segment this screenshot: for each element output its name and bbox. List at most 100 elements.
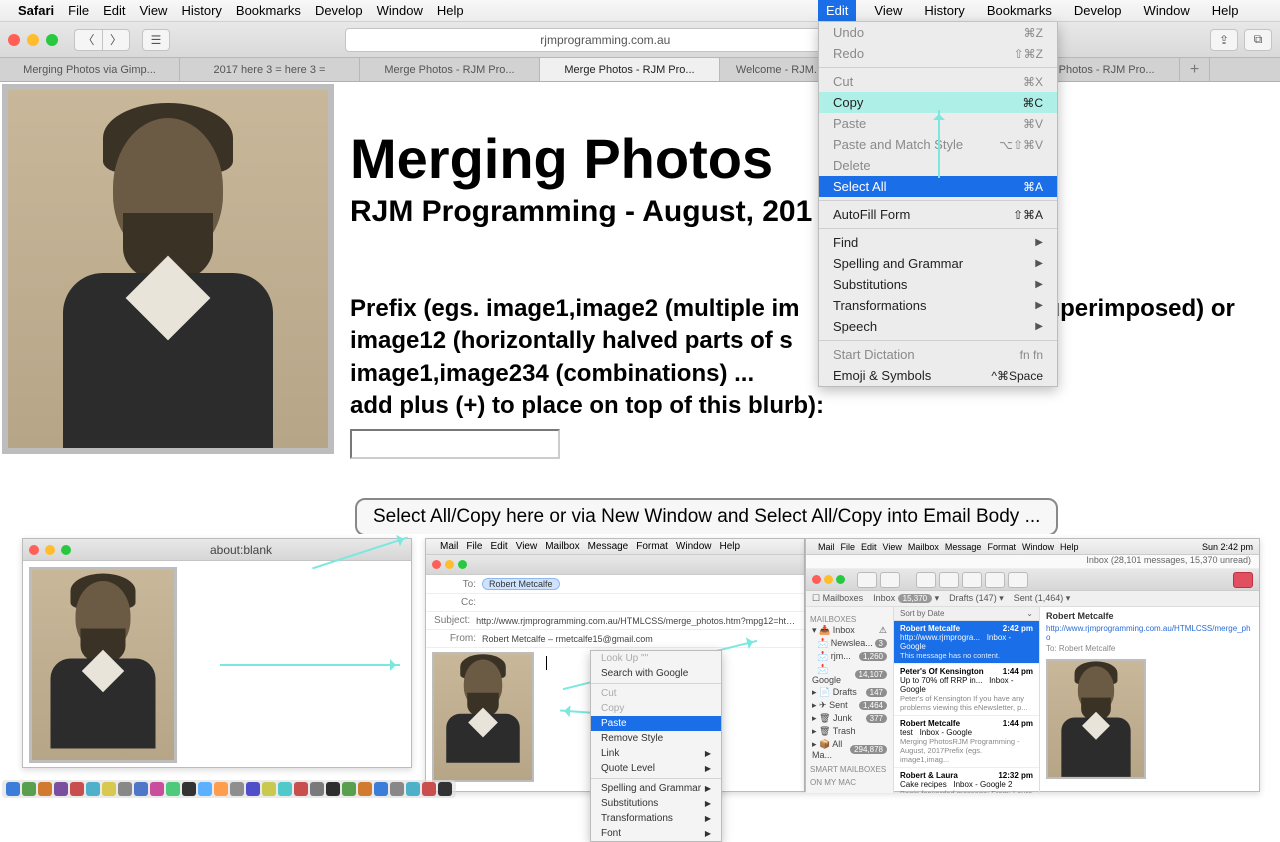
dock-app-icon[interactable] — [118, 782, 132, 796]
list-sort[interactable]: Sort by Date — [900, 609, 944, 618]
mini1-close-icon[interactable] — [29, 545, 39, 555]
mailm-btn-5[interactable] — [962, 572, 982, 588]
ctx-paste[interactable]: Paste — [591, 716, 721, 731]
tab-3[interactable]: Merge Photos - RJM Pro... — [540, 58, 720, 81]
dock-app-icon[interactable] — [22, 782, 36, 796]
dock-app-icon[interactable] — [38, 782, 52, 796]
edit-find[interactable]: Find▶ — [819, 232, 1057, 253]
mailm-btn-6[interactable] — [985, 572, 1005, 588]
menu-develop[interactable]: Develop — [315, 3, 363, 18]
mailm-btn-1[interactable] — [857, 572, 877, 588]
mailc-menu-edit[interactable]: Edit — [490, 541, 507, 552]
edit-spelling[interactable]: Spelling and Grammar▶ — [819, 253, 1057, 274]
mailc-menu-file[interactable]: File — [466, 541, 482, 552]
side-drafts[interactable]: ▸ 📄 Drafts147 — [810, 686, 889, 699]
minimize-icon[interactable] — [27, 34, 39, 46]
ctx-copy[interactable]: Copy — [591, 701, 721, 716]
menu-edit[interactable]: Edit — [103, 3, 125, 18]
dock-app-icon[interactable] — [230, 782, 244, 796]
mailc-zoom-icon[interactable] — [458, 560, 467, 569]
mailm-btn-2[interactable] — [880, 572, 900, 588]
menu-view[interactable]: View — [140, 3, 168, 18]
message-row[interactable]: Peter's Of Kensington1:44 pmUp to 70% of… — [894, 664, 1039, 716]
sidebar-button[interactable]: ☰ — [142, 29, 170, 51]
mailm-menu-window[interactable]: Window — [1022, 542, 1054, 552]
to-value[interactable]: Robert Metcalfe — [482, 578, 560, 590]
forward-button[interactable]: 〉 — [102, 29, 130, 51]
mailm-btn-4[interactable] — [939, 572, 959, 588]
mailm-menu-message[interactable]: Message — [945, 542, 982, 552]
side-inbox[interactable]: ▾ 📥 Inbox⚠ — [810, 624, 889, 637]
side-junk[interactable]: ▸ 🗑 Junk377 — [810, 712, 889, 725]
dock-app-icon[interactable] — [278, 782, 292, 796]
ctx-link[interactable]: Link▶ — [591, 746, 721, 761]
tab-0[interactable]: Merging Photos via Gimp... — [0, 58, 180, 81]
side-trash[interactable]: ▸ 🗑 Trash — [810, 725, 889, 738]
dock-app-icon[interactable] — [86, 782, 100, 796]
menu-file[interactable]: File — [68, 3, 89, 18]
edit-select-all[interactable]: Select All⌘A — [819, 176, 1057, 197]
tab-2[interactable]: Merge Photos - RJM Pro... — [360, 58, 540, 81]
mini1-zoom-icon[interactable] — [61, 545, 71, 555]
ctx-remove-style[interactable]: Remove Style — [591, 731, 721, 746]
menu-help[interactable]: Help — [437, 3, 464, 18]
mailm-min-icon[interactable] — [824, 575, 833, 584]
dock-app-icon[interactable] — [438, 782, 452, 796]
mailm-btn-7[interactable] — [1008, 572, 1028, 588]
message-row[interactable]: Robert Metcalfe2:42 pmhttp://www.rjmprog… — [894, 621, 1039, 664]
mailc-menu-message[interactable]: Message — [588, 541, 629, 552]
dock-app-icon[interactable] — [310, 782, 324, 796]
dock-app-icon[interactable] — [294, 782, 308, 796]
mini1-minimize-icon[interactable] — [45, 545, 55, 555]
dock-app-icon[interactable] — [150, 782, 164, 796]
mailm-menu-edit[interactable]: Edit — [861, 542, 877, 552]
address-bar[interactable]: rjmprogramming.com.au — [345, 28, 865, 52]
zoom-icon[interactable] — [46, 34, 58, 46]
mailm-menu-file[interactable]: File — [841, 542, 856, 552]
edit-cut[interactable]: Cut⌘X — [819, 71, 1057, 92]
dock-app-icon[interactable] — [182, 782, 196, 796]
edit-emoji[interactable]: Emoji & Symbols^⌘Space — [819, 365, 1057, 386]
mailm-menu-format[interactable]: Format — [987, 542, 1016, 552]
ctx-lookup[interactable]: Look Up "" — [591, 651, 721, 666]
dock-app-icon[interactable] — [422, 782, 436, 796]
ctx-subs[interactable]: Substitutions▶ — [591, 796, 721, 811]
edit-undo[interactable]: Undo⌘Z — [819, 22, 1057, 43]
fav-mailboxes[interactable]: Mailboxes — [823, 593, 864, 603]
mailm-flag-button[interactable] — [1233, 572, 1253, 588]
dock-app-icon[interactable] — [54, 782, 68, 796]
ctx-cut[interactable]: Cut — [591, 686, 721, 701]
fav-drafts[interactable]: Drafts — [949, 593, 973, 603]
message-row[interactable]: Robert Metcalfe1:44 pmtest Inbox - Googl… — [894, 716, 1039, 768]
edit-transformations[interactable]: Transformations▶ — [819, 295, 1057, 316]
dock-app-icon[interactable] — [374, 782, 388, 796]
mailc-close-icon[interactable] — [432, 560, 441, 569]
overlay-menu-bookmarks[interactable]: Bookmarks — [983, 3, 1056, 18]
prefix-input[interactable] — [350, 429, 560, 459]
ctx-search[interactable]: Search with Google — [591, 666, 721, 681]
dock-app-icon[interactable] — [326, 782, 340, 796]
dock-app-icon[interactable] — [342, 782, 356, 796]
mailm-zoom-icon[interactable] — [836, 575, 845, 584]
dock-app-icon[interactable] — [166, 782, 180, 796]
message-row[interactable]: Robert & Laura12:32 pmCake recipes Inbox… — [894, 768, 1039, 793]
dock-app-icon[interactable] — [70, 782, 84, 796]
mailc-menu-window[interactable]: Window — [676, 541, 712, 552]
overlay-menu-develop[interactable]: Develop — [1070, 3, 1126, 18]
side-google[interactable]: 📩 Google14,107 — [810, 663, 889, 686]
ctx-font[interactable]: Font▶ — [591, 826, 721, 841]
fav-sent[interactable]: Sent — [1014, 593, 1033, 603]
menu-history[interactable]: History — [181, 3, 221, 18]
overlay-menu-edit[interactable]: Edit — [818, 0, 856, 21]
tab-1[interactable]: 2017 here 3 = here 3 = — [180, 58, 360, 81]
dock-app-icon[interactable] — [102, 782, 116, 796]
dock-app-icon[interactable] — [198, 782, 212, 796]
mailm-menu-help[interactable]: Help — [1060, 542, 1079, 552]
menu-bookmarks[interactable]: Bookmarks — [236, 3, 301, 18]
mailm-menu-view[interactable]: View — [883, 542, 902, 552]
mailc-menu-mailbox[interactable]: Mailbox — [545, 541, 579, 552]
mailc-menu-view[interactable]: View — [516, 541, 538, 552]
preview-url[interactable]: http://www.rjmprogramming.com.au/HTMLCSS… — [1046, 624, 1253, 642]
mailc-menu-mail[interactable]: Mail — [440, 541, 458, 552]
dock-app-icon[interactable] — [214, 782, 228, 796]
